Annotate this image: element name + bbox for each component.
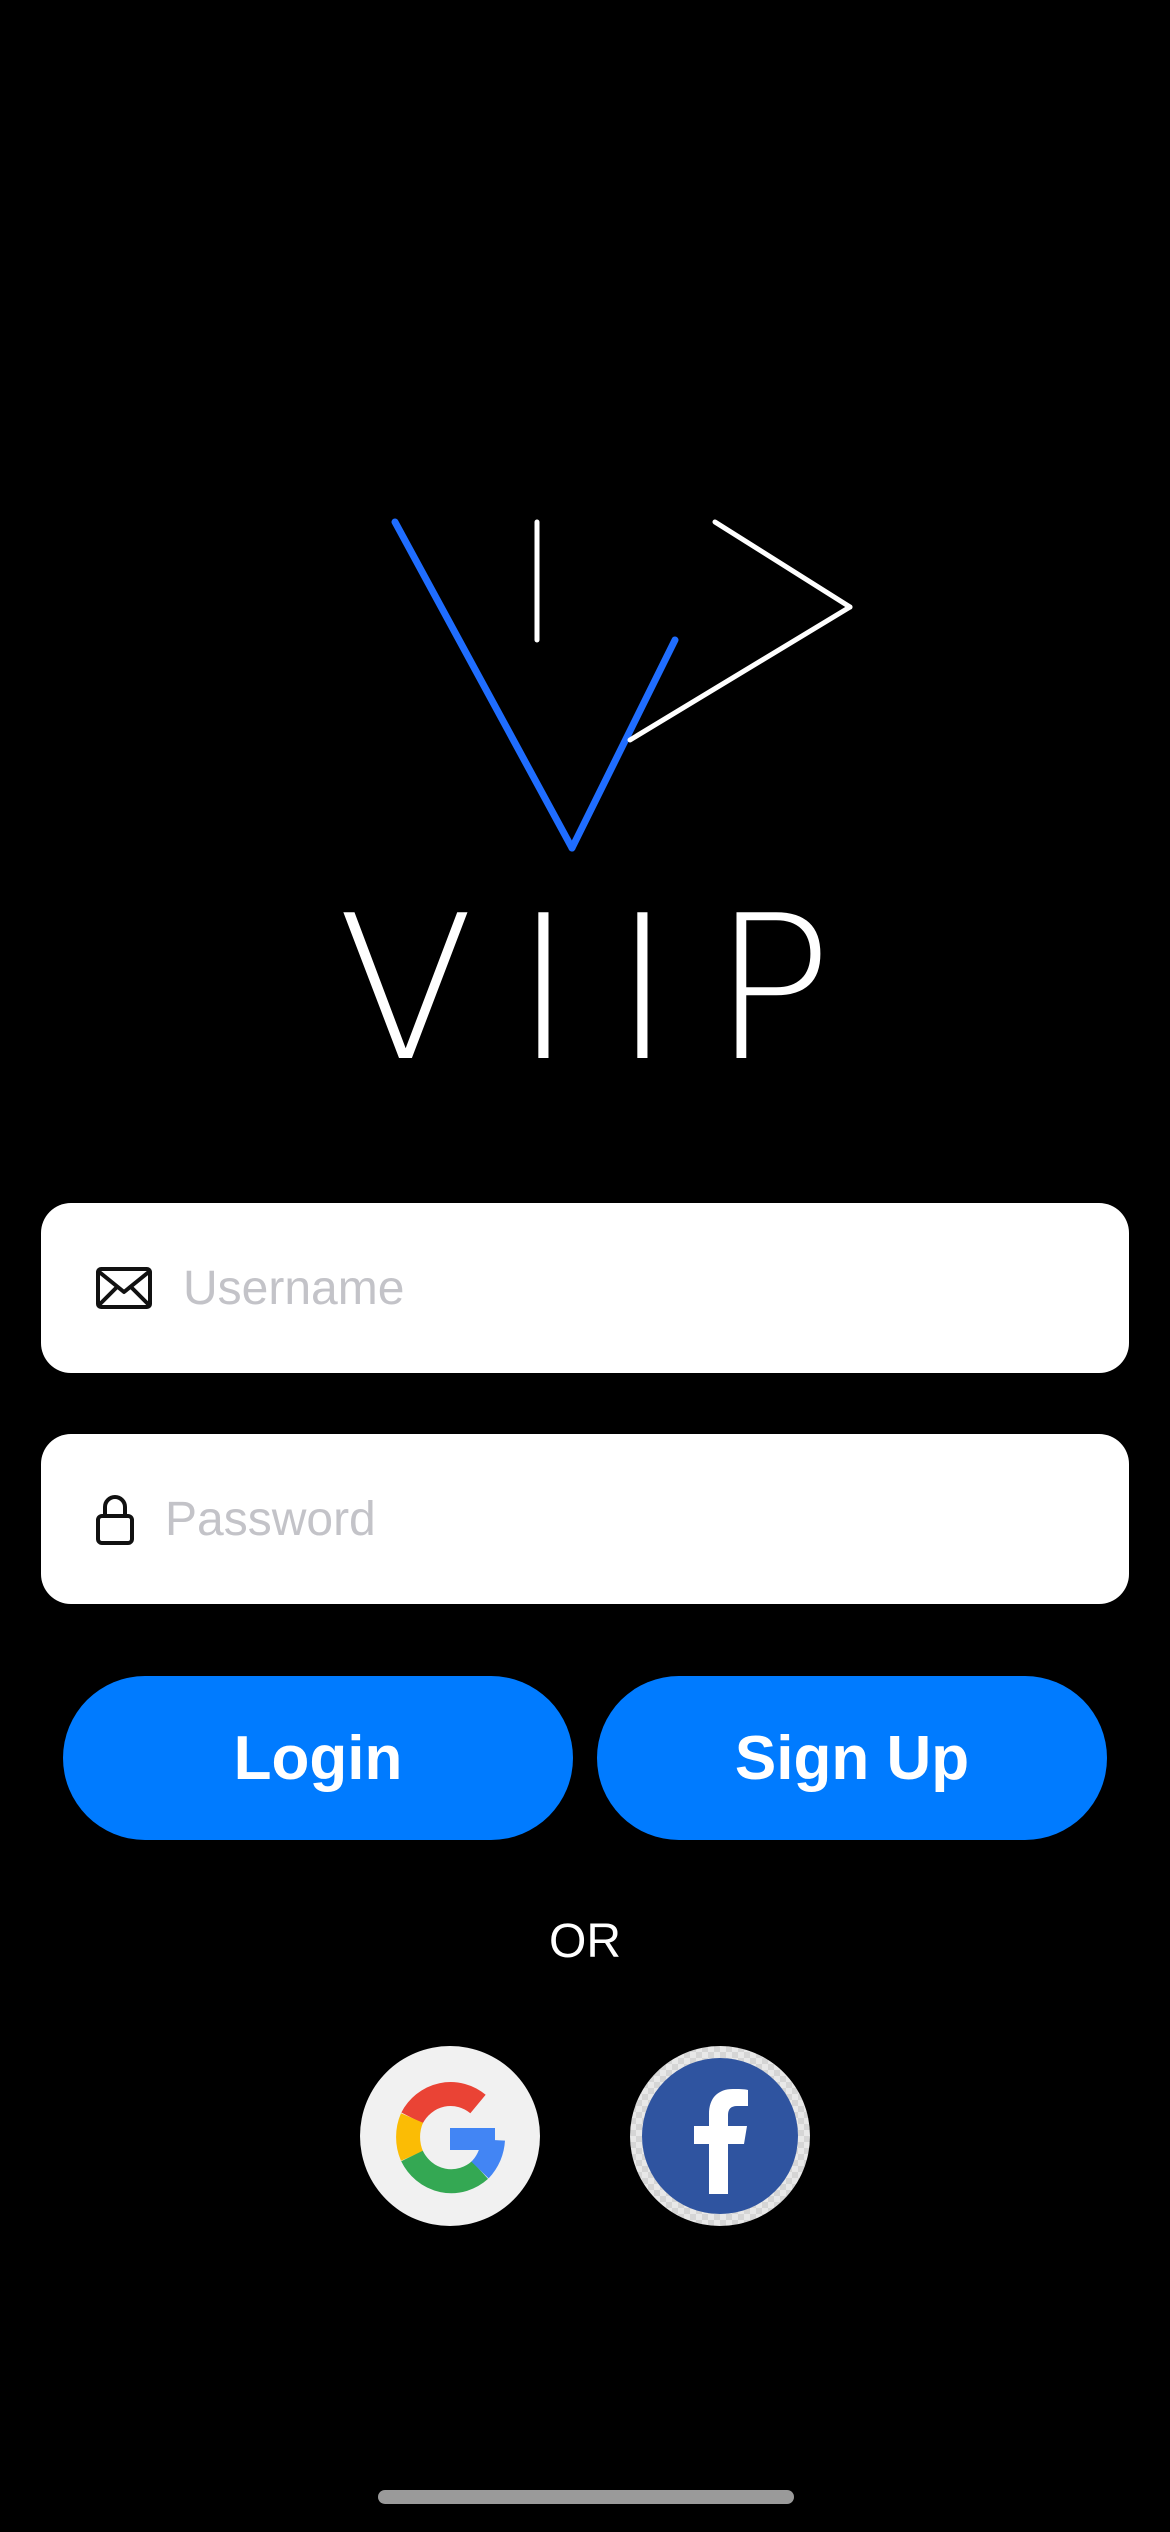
- username-input[interactable]: [183, 1238, 1043, 1338]
- username-field[interactable]: [41, 1203, 1129, 1373]
- google-sign-in-button[interactable]: [360, 2046, 540, 2226]
- viip-logo-mark-icon: [391, 518, 853, 852]
- password-field[interactable]: [41, 1434, 1129, 1604]
- home-indicator: [378, 2490, 794, 2504]
- password-input[interactable]: [165, 1469, 1025, 1569]
- app-wordmark: VIIP: [337, 873, 873, 1106]
- google-icon: [396, 2082, 505, 2194]
- lock-icon: [95, 1492, 135, 1546]
- facebook-sign-in-button[interactable]: [630, 2046, 810, 2226]
- facebook-icon: [642, 2058, 798, 2214]
- or-divider: OR: [549, 1915, 621, 1968]
- sign-up-button[interactable]: Sign Up: [597, 1676, 1107, 1840]
- login-button[interactable]: Login: [63, 1676, 573, 1840]
- envelope-icon: [95, 1266, 153, 1310]
